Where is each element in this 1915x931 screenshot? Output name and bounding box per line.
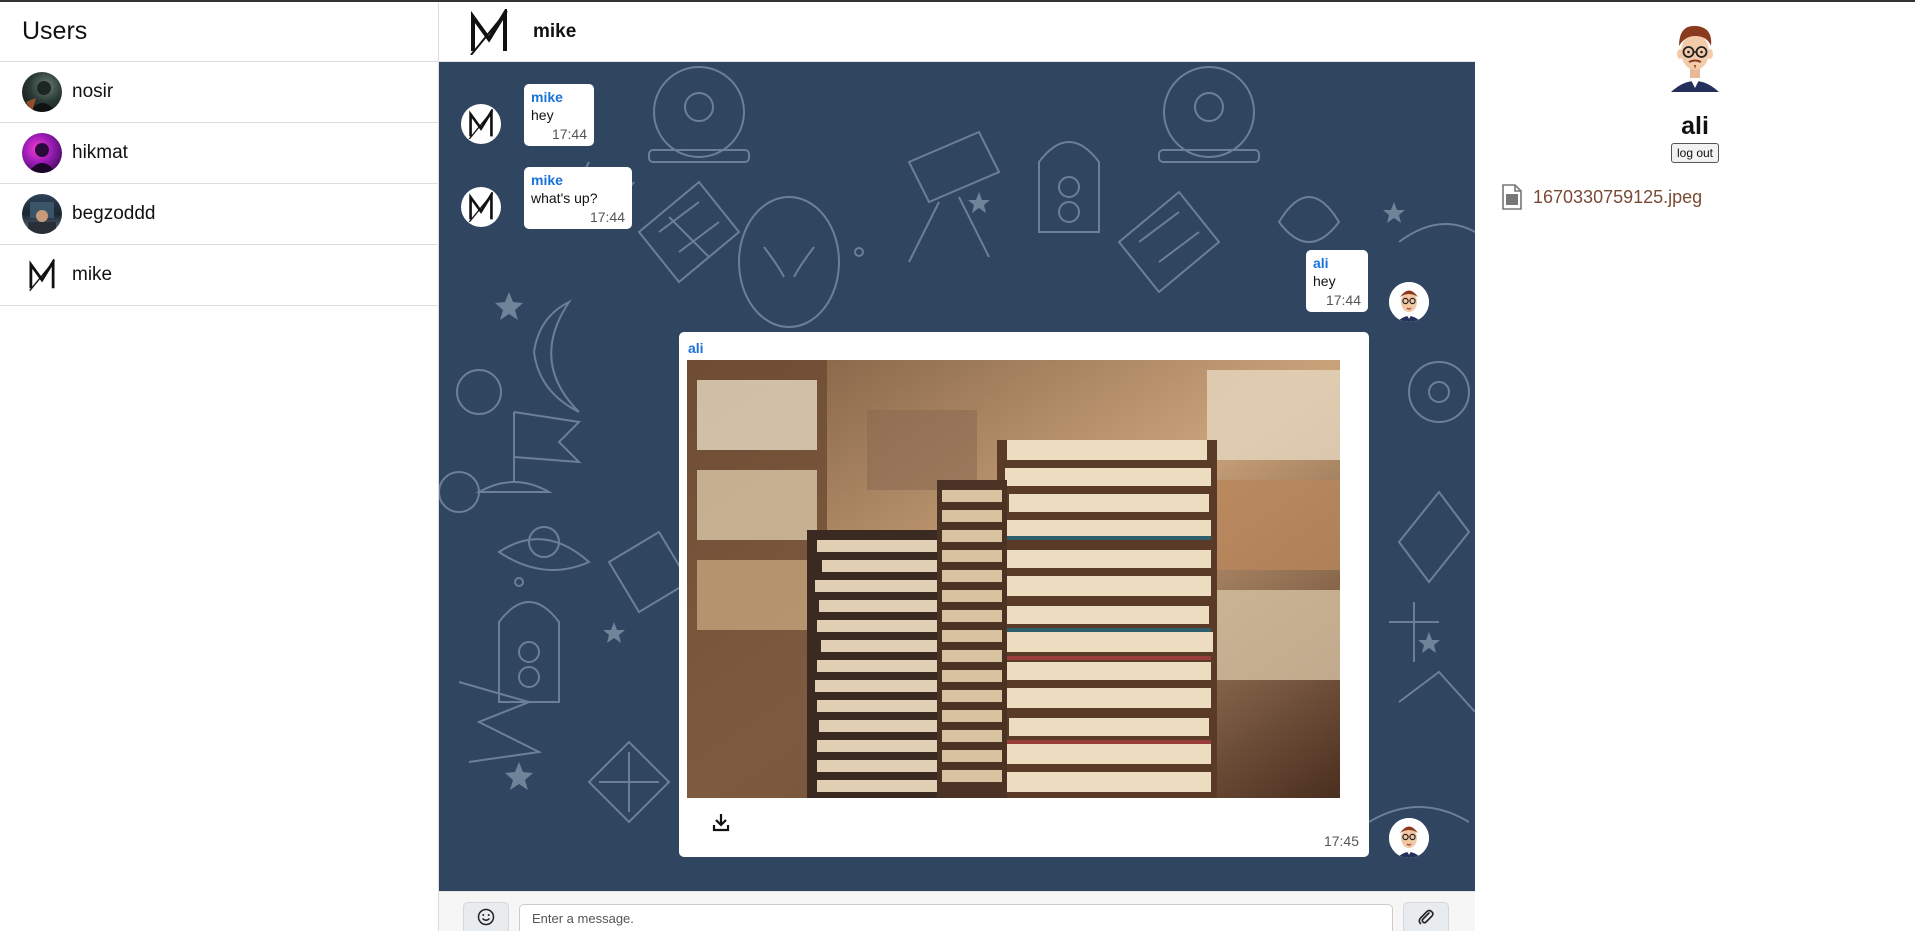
avatar xyxy=(1389,818,1429,858)
chat-title: mike xyxy=(533,20,577,42)
logout-button[interactable]: log out xyxy=(1671,143,1719,163)
message-time: 17:44 xyxy=(589,209,625,225)
file-link[interactable]: 1670330759125.jpeg xyxy=(1501,184,1702,210)
file-name: 1670330759125.jpeg xyxy=(1533,186,1703,207)
m-logo-icon xyxy=(470,8,508,55)
file-icon xyxy=(1502,184,1522,210)
avatar xyxy=(22,133,62,173)
avatar xyxy=(22,194,62,234)
user-name: mike xyxy=(72,264,113,285)
message-time: 17:45 xyxy=(1323,833,1359,849)
m-logo-icon xyxy=(22,255,62,295)
users-sidebar: Users nosir hikmat begzoddd mike xyxy=(0,2,439,931)
chat-header: mike xyxy=(439,2,1475,62)
paperclip-icon xyxy=(1418,909,1434,925)
books-stack-photo[interactable] xyxy=(687,360,1340,798)
emoji-button[interactable] xyxy=(463,902,509,931)
chat-panel: mike mike hey 17:44 mike what's up? 17:4… xyxy=(439,2,1475,931)
profile-panel: ali log out 1670330759125.jpeg xyxy=(1475,2,1915,931)
message-text: hey xyxy=(1313,273,1336,289)
message-sender: ali xyxy=(1313,255,1329,271)
profile-name: ali xyxy=(1681,112,1709,140)
message-bubble: mike hey 17:44 xyxy=(524,84,594,146)
image-message-bubble: ali 17:45 xyxy=(679,332,1369,857)
message-sender: mike xyxy=(531,89,563,105)
download-icon[interactable] xyxy=(709,810,733,834)
sidebar-title: Users xyxy=(0,2,438,62)
user-name: nosir xyxy=(72,81,114,102)
user-item-nosir[interactable]: nosir xyxy=(0,62,438,123)
message-input[interactable] xyxy=(519,904,1393,931)
smile-icon xyxy=(477,908,495,926)
attach-button[interactable] xyxy=(1403,902,1449,931)
user-item-hikmat[interactable]: hikmat xyxy=(0,123,438,184)
avatar xyxy=(1671,25,1719,92)
user-name: hikmat xyxy=(72,142,128,163)
user-item-begzoddd[interactable]: begzoddd xyxy=(0,184,438,245)
m-logo-icon xyxy=(461,187,501,227)
message-text: hey xyxy=(531,107,554,123)
message-composer xyxy=(439,891,1475,931)
message-time: 17:44 xyxy=(1325,292,1361,308)
message-time: 17:44 xyxy=(551,126,587,142)
message-bubble: mike what's up? 17:44 xyxy=(524,167,632,229)
message-list[interactable]: mike hey 17:44 mike what's up? 17:44 ali… xyxy=(439,62,1475,891)
user-name: begzoddd xyxy=(72,203,156,224)
message-sender: mike xyxy=(531,172,563,188)
avatar xyxy=(22,72,62,112)
message-sender: ali xyxy=(688,340,704,356)
m-logo-icon xyxy=(461,104,501,144)
user-item-mike[interactable]: mike xyxy=(0,245,438,306)
avatar xyxy=(1389,282,1429,322)
message-text: what's up? xyxy=(531,190,598,206)
message-bubble: ali hey 17:44 xyxy=(1306,250,1368,312)
